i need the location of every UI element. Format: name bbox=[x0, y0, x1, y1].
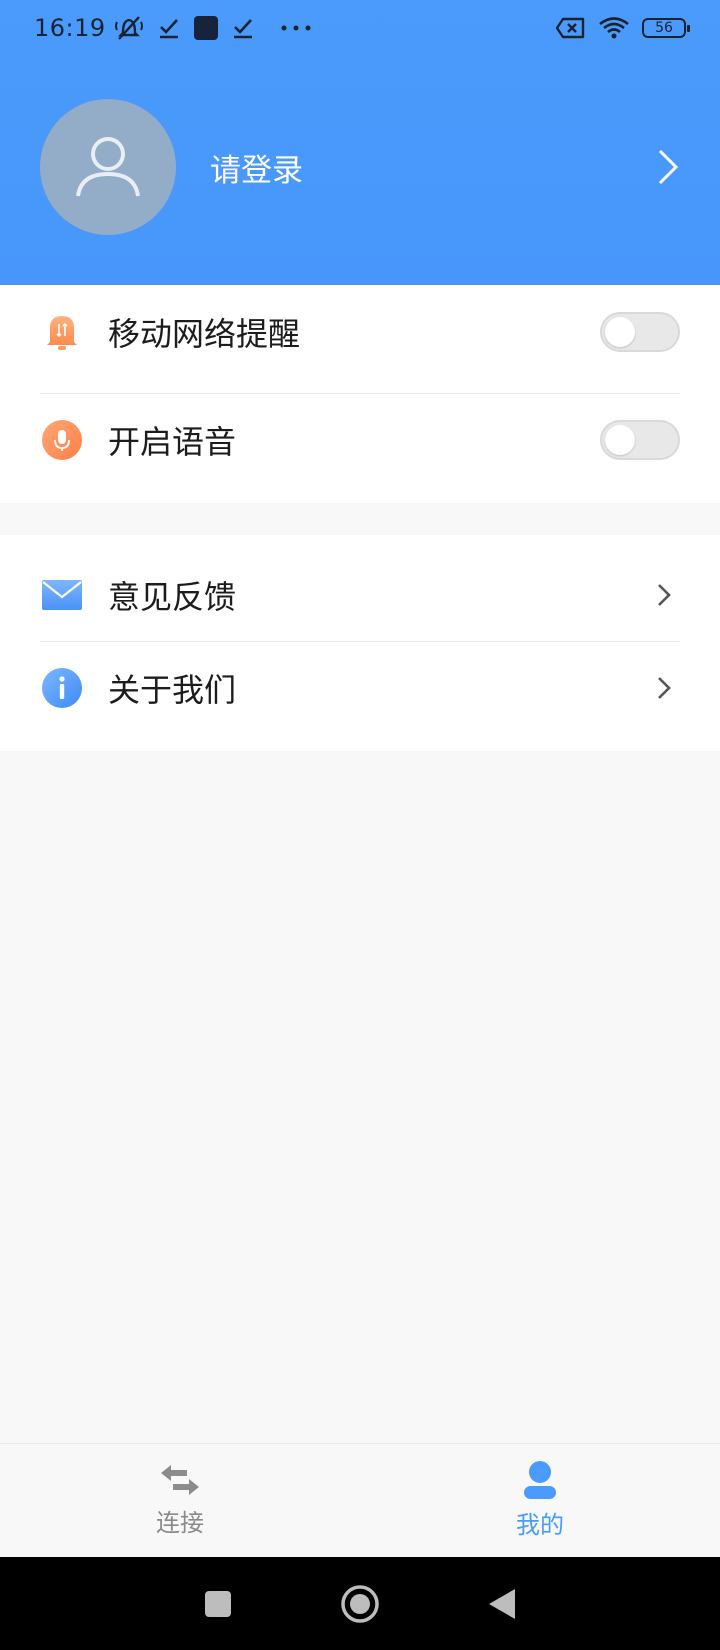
status-time: 16:19 bbox=[34, 14, 106, 42]
login-entry[interactable]: 请登录 bbox=[40, 99, 680, 235]
toggle-knob bbox=[605, 424, 635, 455]
tab-label: 我的 bbox=[516, 1511, 564, 1539]
menu-item-feedback[interactable]: 意见反馈 bbox=[40, 548, 680, 641]
app-square-icon bbox=[193, 16, 218, 40]
check-icon bbox=[159, 19, 178, 39]
home-button[interactable] bbox=[340, 1584, 380, 1624]
tab-connect[interactable]: 连接 bbox=[0, 1444, 360, 1557]
check-icon bbox=[233, 19, 252, 39]
voice-toggle[interactable] bbox=[600, 419, 680, 460]
setting-row-mobile-network[interactable]: 移动网络提醒 bbox=[40, 285, 680, 378]
bottom-tab-bar: 连接 我的 bbox=[0, 1443, 720, 1557]
chevron-right-icon[interactable] bbox=[656, 675, 672, 701]
setting-label: 移动网络提醒 bbox=[108, 314, 301, 353]
avatar[interactable] bbox=[40, 99, 176, 235]
back-button[interactable] bbox=[487, 1587, 517, 1621]
no-sim-icon bbox=[556, 17, 585, 39]
microphone-icon bbox=[40, 418, 84, 462]
chevron-right-icon[interactable] bbox=[656, 147, 680, 187]
chevron-right-icon[interactable] bbox=[656, 582, 672, 608]
status-bar: 16:19 56 bbox=[0, 0, 720, 56]
battery-icon: 56 bbox=[642, 18, 690, 38]
tab-label: 连接 bbox=[156, 1509, 204, 1537]
info-icon bbox=[40, 666, 84, 710]
bell-icon bbox=[40, 310, 84, 354]
mobile-network-toggle[interactable] bbox=[600, 311, 680, 352]
status-left-icons bbox=[114, 14, 314, 42]
recents-button[interactable] bbox=[203, 1589, 233, 1619]
status-right-icons: 56 bbox=[556, 16, 690, 40]
mute-bell-icon bbox=[114, 16, 143, 40]
system-navigation-bar bbox=[0, 1557, 720, 1650]
swap-arrows-icon bbox=[161, 1465, 199, 1495]
login-label[interactable]: 请登录 bbox=[210, 145, 303, 190]
toggle-settings-card: 移动网络提醒 开启语音 bbox=[0, 285, 720, 503]
menu-item-about[interactable]: 关于我们 bbox=[40, 641, 680, 734]
menu-label: 意见反馈 bbox=[108, 577, 237, 616]
setting-row-voice[interactable]: 开启语音 bbox=[40, 393, 680, 486]
setting-label: 开启语音 bbox=[108, 422, 237, 461]
menu-label: 关于我们 bbox=[108, 670, 237, 709]
mail-icon bbox=[40, 573, 84, 617]
toggle-knob bbox=[605, 316, 635, 347]
profile-header: 16:19 56 请登录 bbox=[0, 0, 720, 285]
more-dots-icon bbox=[281, 25, 311, 31]
tab-mine[interactable]: 我的 bbox=[360, 1444, 720, 1557]
user-icon bbox=[524, 1461, 556, 1499]
user-outline-icon bbox=[76, 137, 140, 197]
link-settings-card: 意见反馈 关于我们 bbox=[0, 535, 720, 751]
wifi-icon bbox=[599, 17, 629, 39]
